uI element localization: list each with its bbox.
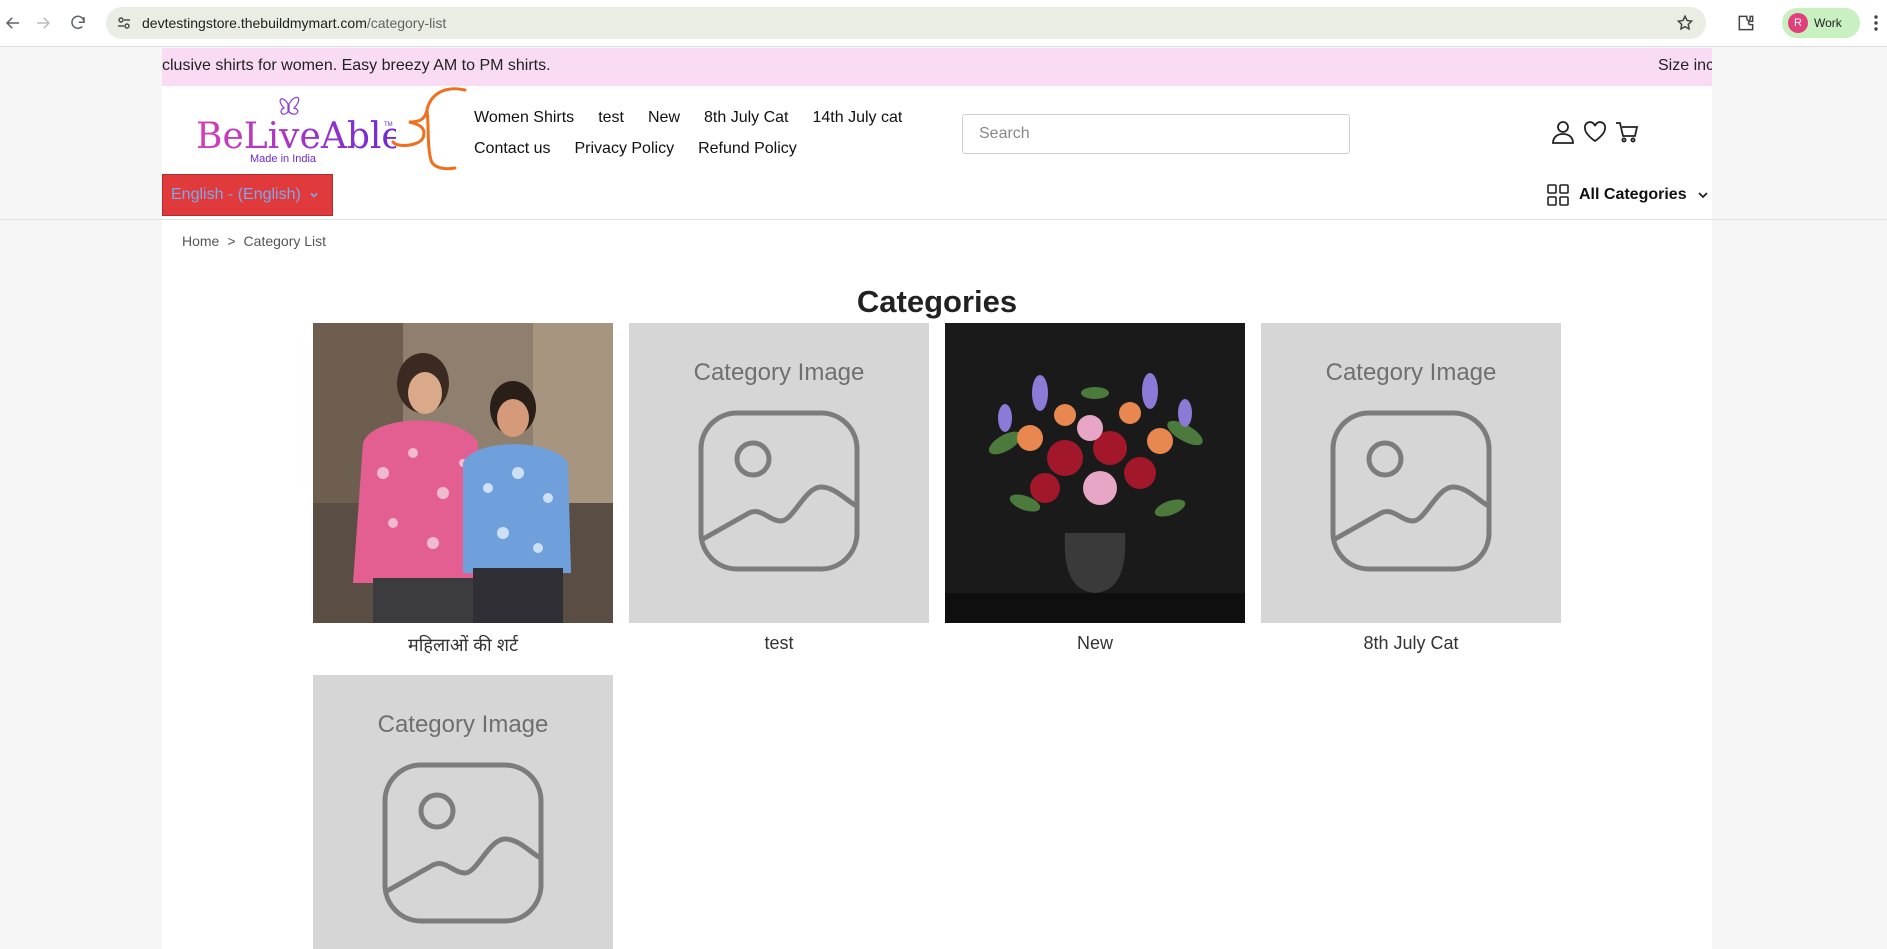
- browser-toolbar: devtestingstore.thebuildmymart.com/categ…: [0, 0, 1887, 47]
- logo-tagline: Made in India: [250, 153, 317, 165]
- extensions-icon[interactable]: [1736, 13, 1756, 33]
- all-categories-label: All Categories: [1579, 186, 1687, 203]
- reload-icon[interactable]: [65, 10, 91, 36]
- category-name[interactable]: test: [629, 633, 929, 654]
- category-image[interactable]: Category Image: [629, 323, 929, 623]
- announcement-text-right: Size inc: [1658, 57, 1712, 74]
- forward-icon[interactable]: [30, 10, 56, 36]
- category-card[interactable]: Category Image 8th July Cat: [1261, 323, 1561, 654]
- image-placeholder-icon: [382, 762, 544, 924]
- heart-icon[interactable]: [1582, 119, 1608, 145]
- category-image[interactable]: Category Image: [1261, 323, 1561, 623]
- announcement-text-left: clusive shirts for women. Easy breezy AM…: [162, 57, 551, 74]
- logo-wordmark: BeLiveAble: [196, 116, 396, 157]
- search-input[interactable]: [962, 114, 1350, 154]
- women-shirts-photo: [313, 323, 613, 623]
- placeholder-title: Category Image: [377, 711, 549, 738]
- placeholder-title: Category Image: [1325, 359, 1497, 386]
- chevron-down-icon: [1697, 192, 1708, 199]
- back-icon[interactable]: [0, 10, 26, 36]
- language-selector[interactable]: English - (English): [162, 174, 333, 216]
- menu-item-new[interactable]: New: [648, 109, 680, 127]
- category-image[interactable]: Category Image: [313, 675, 613, 949]
- breadcrumb-current: Category List: [243, 233, 327, 249]
- menu-item-refund-policy[interactable]: Refund Policy: [698, 140, 797, 158]
- profile-name: Work: [1814, 16, 1842, 30]
- site-container: clusive shirts for women. Easy breezy AM…: [0, 48, 1887, 949]
- announcement-bar: clusive shirts for women. Easy breezy AM…: [162, 48, 1712, 86]
- page-title: Categories: [856, 284, 1018, 319]
- url-path: /category-list: [366, 15, 447, 31]
- site-logo[interactable]: BeLiveAble TM Made in India: [196, 90, 396, 170]
- category-image[interactable]: [945, 323, 1245, 623]
- bookmark-star-icon[interactable]: [1676, 14, 1694, 32]
- category-card[interactable]: Category Image test: [629, 323, 929, 654]
- menu-item-14th-july-cat[interactable]: 14th July cat: [812, 109, 902, 127]
- language-label: English - (English): [171, 186, 301, 203]
- profile-avatar: R: [1788, 13, 1808, 33]
- menu-item-8th-july-cat[interactable]: 8th July Cat: [704, 109, 788, 127]
- category-card[interactable]: New: [945, 323, 1245, 654]
- address-bar[interactable]: devtestingstore.thebuildmymart.com/categ…: [106, 7, 1706, 39]
- profile-button[interactable]: R Work: [1782, 8, 1860, 38]
- category-image[interactable]: [313, 323, 613, 623]
- user-icon[interactable]: [1550, 119, 1576, 145]
- url-host: devtestingstore.thebuildmymart.com: [142, 15, 367, 31]
- page-viewport: clusive shirts for women. Easy breezy AM…: [0, 48, 1887, 949]
- menu-item-contact-us[interactable]: Contact us: [474, 140, 550, 158]
- url-text[interactable]: devtestingstore.thebuildmymart.com/categ…: [142, 15, 446, 31]
- grid-icon: [1547, 184, 1569, 206]
- main-menu-row-1: Women Shirts test New 8th July Cat 14th …: [474, 109, 902, 127]
- image-placeholder-icon: [698, 410, 860, 572]
- placeholder-title: Category Image: [693, 359, 865, 386]
- browser-menu-icon[interactable]: [1873, 14, 1879, 32]
- category-name[interactable]: New: [945, 633, 1245, 654]
- breadcrumb-separator: >: [227, 233, 236, 249]
- category-name[interactable]: 8th July Cat: [1261, 633, 1561, 654]
- menu-item-privacy-policy[interactable]: Privacy Policy: [574, 140, 674, 158]
- category-name[interactable]: महिलाओं की शर्ट: [313, 633, 613, 657]
- menu-item-test[interactable]: test: [598, 109, 624, 127]
- image-placeholder-icon: [1330, 410, 1492, 572]
- main-menu-row-2: Contact us Privacy Policy Refund Policy: [474, 140, 797, 158]
- category-card[interactable]: Category Image: [313, 675, 613, 949]
- menu-item-women-shirts[interactable]: Women Shirts: [474, 109, 574, 127]
- site-settings-icon[interactable]: [116, 15, 132, 31]
- breadcrumb-home[interactable]: Home: [182, 233, 219, 249]
- header-divider: [0, 219, 1887, 220]
- breadcrumb: Home > Category List: [182, 233, 326, 249]
- logo-accent-mark: [391, 87, 467, 171]
- flowers-photo: [945, 323, 1245, 623]
- category-card[interactable]: महिलाओं की शर्ट: [313, 323, 613, 657]
- all-categories-button[interactable]: All Categories: [1539, 174, 1712, 216]
- cart-icon[interactable]: [1614, 119, 1640, 145]
- chevron-down-icon: [310, 192, 318, 198]
